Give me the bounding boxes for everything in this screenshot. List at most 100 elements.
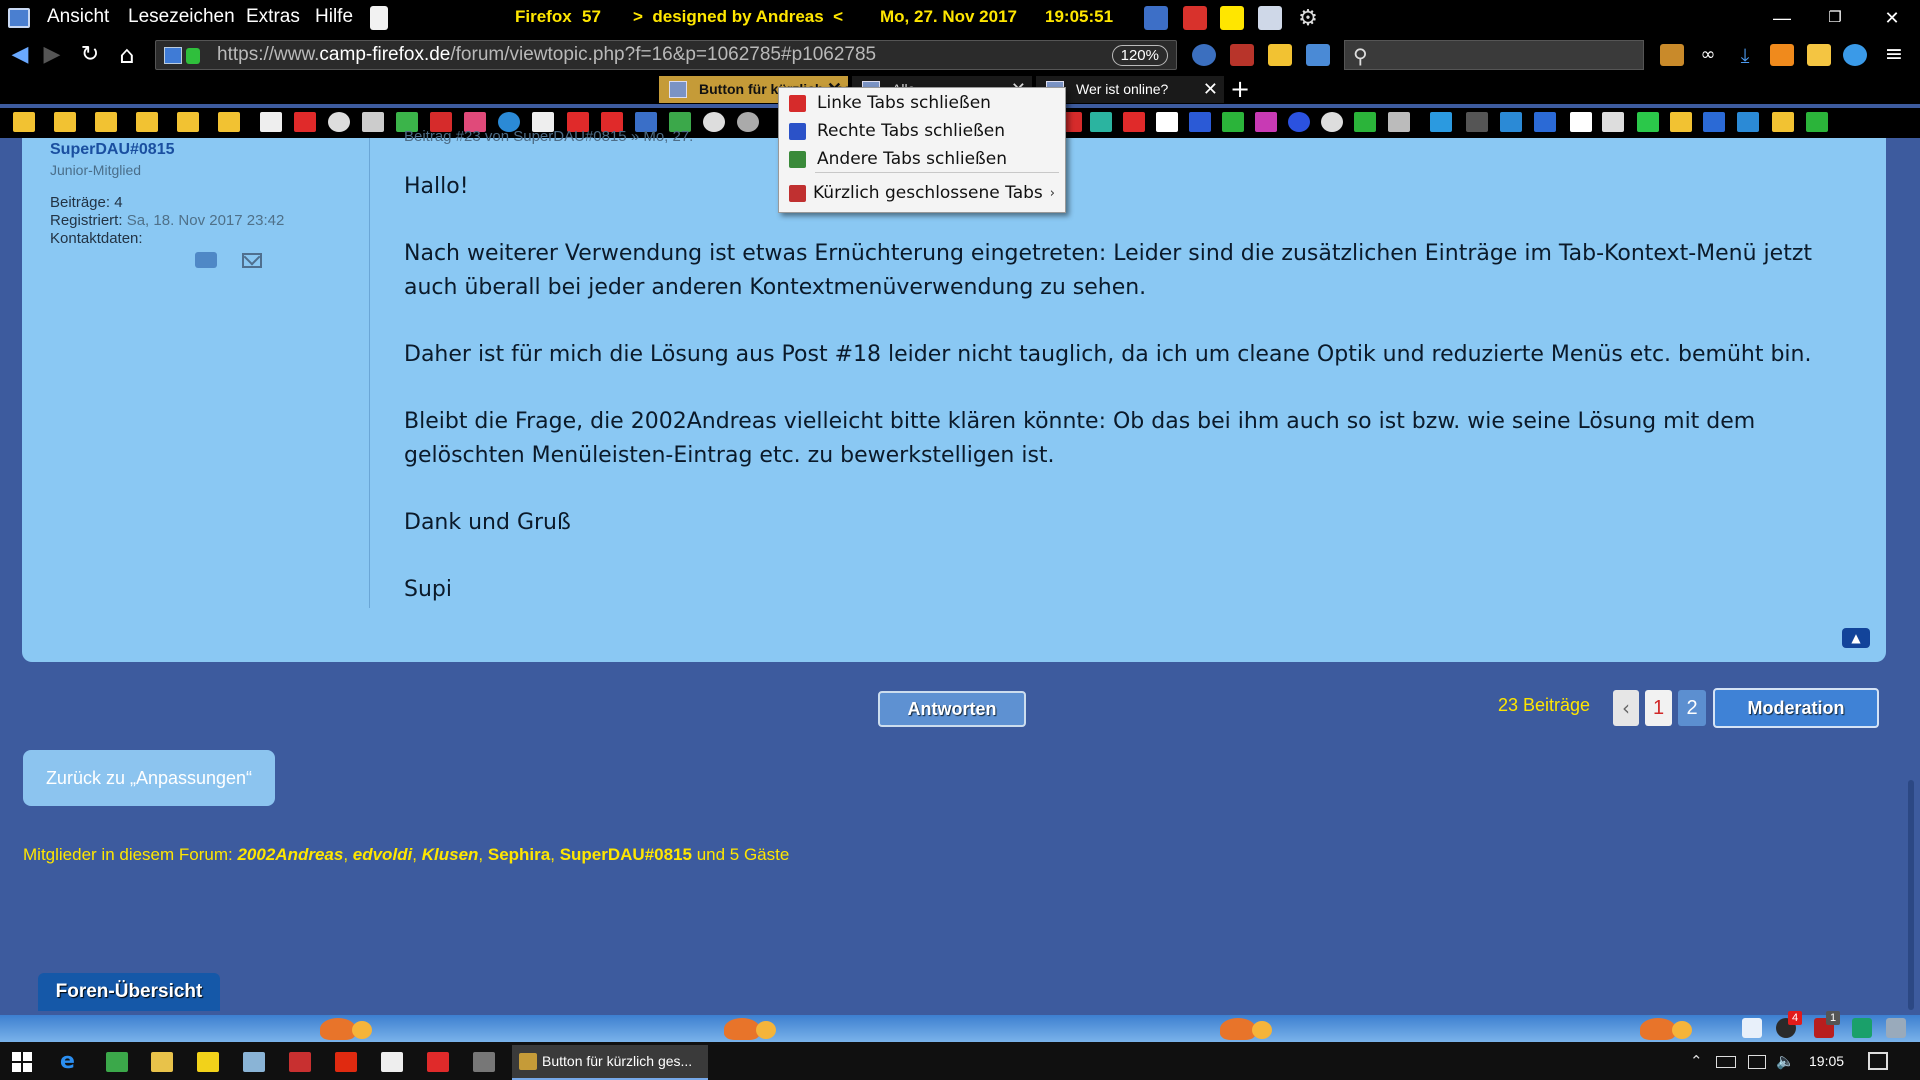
author-name[interactable]: SuperDAU#0815 [50,141,175,159]
forum-overview-button[interactable]: Foren-Übersicht [38,973,220,1011]
network-icon[interactable] [1748,1055,1766,1069]
addon-orange-icon[interactable] [1770,44,1794,66]
menu-ansicht[interactable]: Ansicht [47,6,109,28]
gear-icon[interactable]: ⚙ [1296,6,1320,30]
sync-icon[interactable] [1843,44,1867,66]
bookmark-tv-icon[interactable] [1388,112,1410,132]
member-link[interactable]: SuperDAU#0815 [560,845,692,864]
windows-start-icon[interactable] [12,1052,32,1072]
bookmark-icon[interactable] [1288,112,1310,132]
url-bar[interactable]: https://www.camp-firefox.de/forum/viewto… [155,40,1177,70]
download-manager-icon[interactable] [335,1052,357,1072]
url-text[interactable]: https://www.camp-firefox.de/forum/viewto… [217,44,876,66]
bookmark-p-icon[interactable] [1156,112,1178,132]
app-white-icon[interactable] [381,1052,403,1072]
bookmark-icon[interactable] [1090,112,1112,132]
bookmark-play-icon[interactable] [1354,112,1376,132]
app-d-icon[interactable] [427,1052,449,1072]
page-link-1[interactable]: 1 [1645,690,1672,726]
zoom-indicator[interactable]: 120% [1111,45,1168,66]
hamburger-menu-icon[interactable]: ≡ [1882,44,1906,66]
bookmark-folder-icon[interactable] [218,112,240,132]
reply-button[interactable]: Antworten [878,691,1026,727]
downloads-folder-icon[interactable] [1306,44,1330,66]
addon-red-icon[interactable] [1183,6,1207,30]
folder-icon[interactable] [1268,44,1292,66]
forward-icon[interactable]: ▶ [38,42,66,68]
edit-icon[interactable] [1258,6,1282,30]
bookmark-youtube-icon[interactable] [294,112,316,132]
app-menu-icon[interactable] [8,8,30,28]
bookmark-sheet-icon[interactable] [1806,112,1828,132]
download-icon[interactable]: ⤓ [1733,44,1757,66]
calculator-icon[interactable] [473,1052,495,1072]
battery-icon[interactable] [1716,1056,1736,1068]
restore-icon[interactable]: ❐ [1815,4,1855,32]
bookmark-windows-icon[interactable] [1500,112,1522,132]
lock-icon[interactable] [186,48,200,64]
notepad-icon[interactable] [370,6,388,30]
clipboard-icon[interactable] [1807,44,1831,66]
bookmark-icon[interactable] [1737,112,1759,132]
previous-page-icon[interactable]: ‹ [1613,690,1639,726]
minimize-icon[interactable]: — [1762,4,1802,32]
window-icon[interactable] [1144,6,1168,30]
bookmark-d-icon[interactable] [1637,112,1659,132]
member-link[interactable]: 2002Andreas [237,845,343,864]
menu-item-close-other-tabs[interactable]: Andere Tabs schließen [779,146,1065,173]
bookmark-bz-icon[interactable] [260,112,282,132]
bookmark-at-icon[interactable] [328,112,350,132]
menu-item-close-left-tabs[interactable]: Linke Tabs schließen [779,90,1065,117]
bookmark-icon[interactable] [1321,112,1343,132]
private-message-icon[interactable] [195,252,217,268]
back-icon[interactable]: ◀ [6,42,34,68]
tab-close-icon[interactable]: ✕ [1203,76,1218,103]
menu-item-recently-closed-tabs[interactable]: Kürzlich geschlossene Tabs › [779,180,1065,207]
taskbar-firefox-task[interactable]: Button für kürzlich ges... [512,1045,708,1080]
file-explorer-icon[interactable] [151,1052,173,1072]
home-icon[interactable]: ⌂ [113,42,141,68]
addon-globe-icon[interactable] [1192,44,1216,66]
bookmark-icon[interactable] [1255,112,1277,132]
menu-lesezeichen[interactable]: Lesezeichen [128,6,235,28]
notepad-plus-icon[interactable] [106,1052,128,1072]
member-link[interactable]: Sephira [488,845,550,864]
page-info-icon[interactable] [164,47,182,64]
new-tab-icon[interactable]: + [1230,76,1250,102]
app-red-icon[interactable] [289,1052,311,1072]
back-to-forum-button[interactable]: Zurück zu „Anpassungen“ [23,750,275,806]
taskbar-clock[interactable]: 19:05 [1809,1053,1844,1069]
member-link[interactable]: Klusen [422,845,479,864]
bookmark-icon[interactable] [1222,112,1244,132]
site-identity[interactable] [164,46,202,66]
bookmark-folder-icon[interactable] [177,112,199,132]
moderation-button[interactable]: Moderation [1713,688,1879,728]
bookmark-compass-icon[interactable] [703,112,725,132]
bookmark-crown-icon[interactable] [1772,112,1794,132]
bookmark-icon[interactable] [1534,112,1556,132]
bookmark-gmx-icon[interactable] [362,112,384,132]
gear-small-icon[interactable] [1886,1018,1906,1038]
bookmark-icon[interactable] [1570,112,1592,132]
bookmark-icon[interactable] [1466,112,1488,132]
reload-icon[interactable]: ↻ [76,42,104,68]
s-addon-icon[interactable] [1852,1018,1872,1038]
search-field[interactable]: ⚲ [1344,40,1644,70]
bookmark-folder-icon[interactable] [136,112,158,132]
menu-item-close-right-tabs[interactable]: Rechte Tabs schließen [779,118,1065,145]
css-icon[interactable] [1220,6,1244,30]
page-current-2[interactable]: 2 [1678,690,1706,726]
bookmark-icon[interactable] [1670,112,1692,132]
edge-icon[interactable]: e [60,1051,82,1073]
addon-tool-icon[interactable] [1230,44,1254,66]
menu-extras[interactable]: Extras [246,6,300,28]
bookmark-info-icon[interactable] [1189,112,1211,132]
page-icon[interactable] [1742,1018,1762,1038]
volume-icon[interactable]: 🔈 [1776,1052,1795,1070]
bookmark-folder-icon[interactable] [13,112,35,132]
scroll-top-icon[interactable]: ▲ [1842,628,1870,648]
freecommander-icon[interactable] [197,1052,219,1072]
page-scrollbar[interactable] [1908,780,1914,1010]
bookmark-icon[interactable] [1602,112,1624,132]
private-mask-icon[interactable]: ∞ [1696,44,1720,66]
